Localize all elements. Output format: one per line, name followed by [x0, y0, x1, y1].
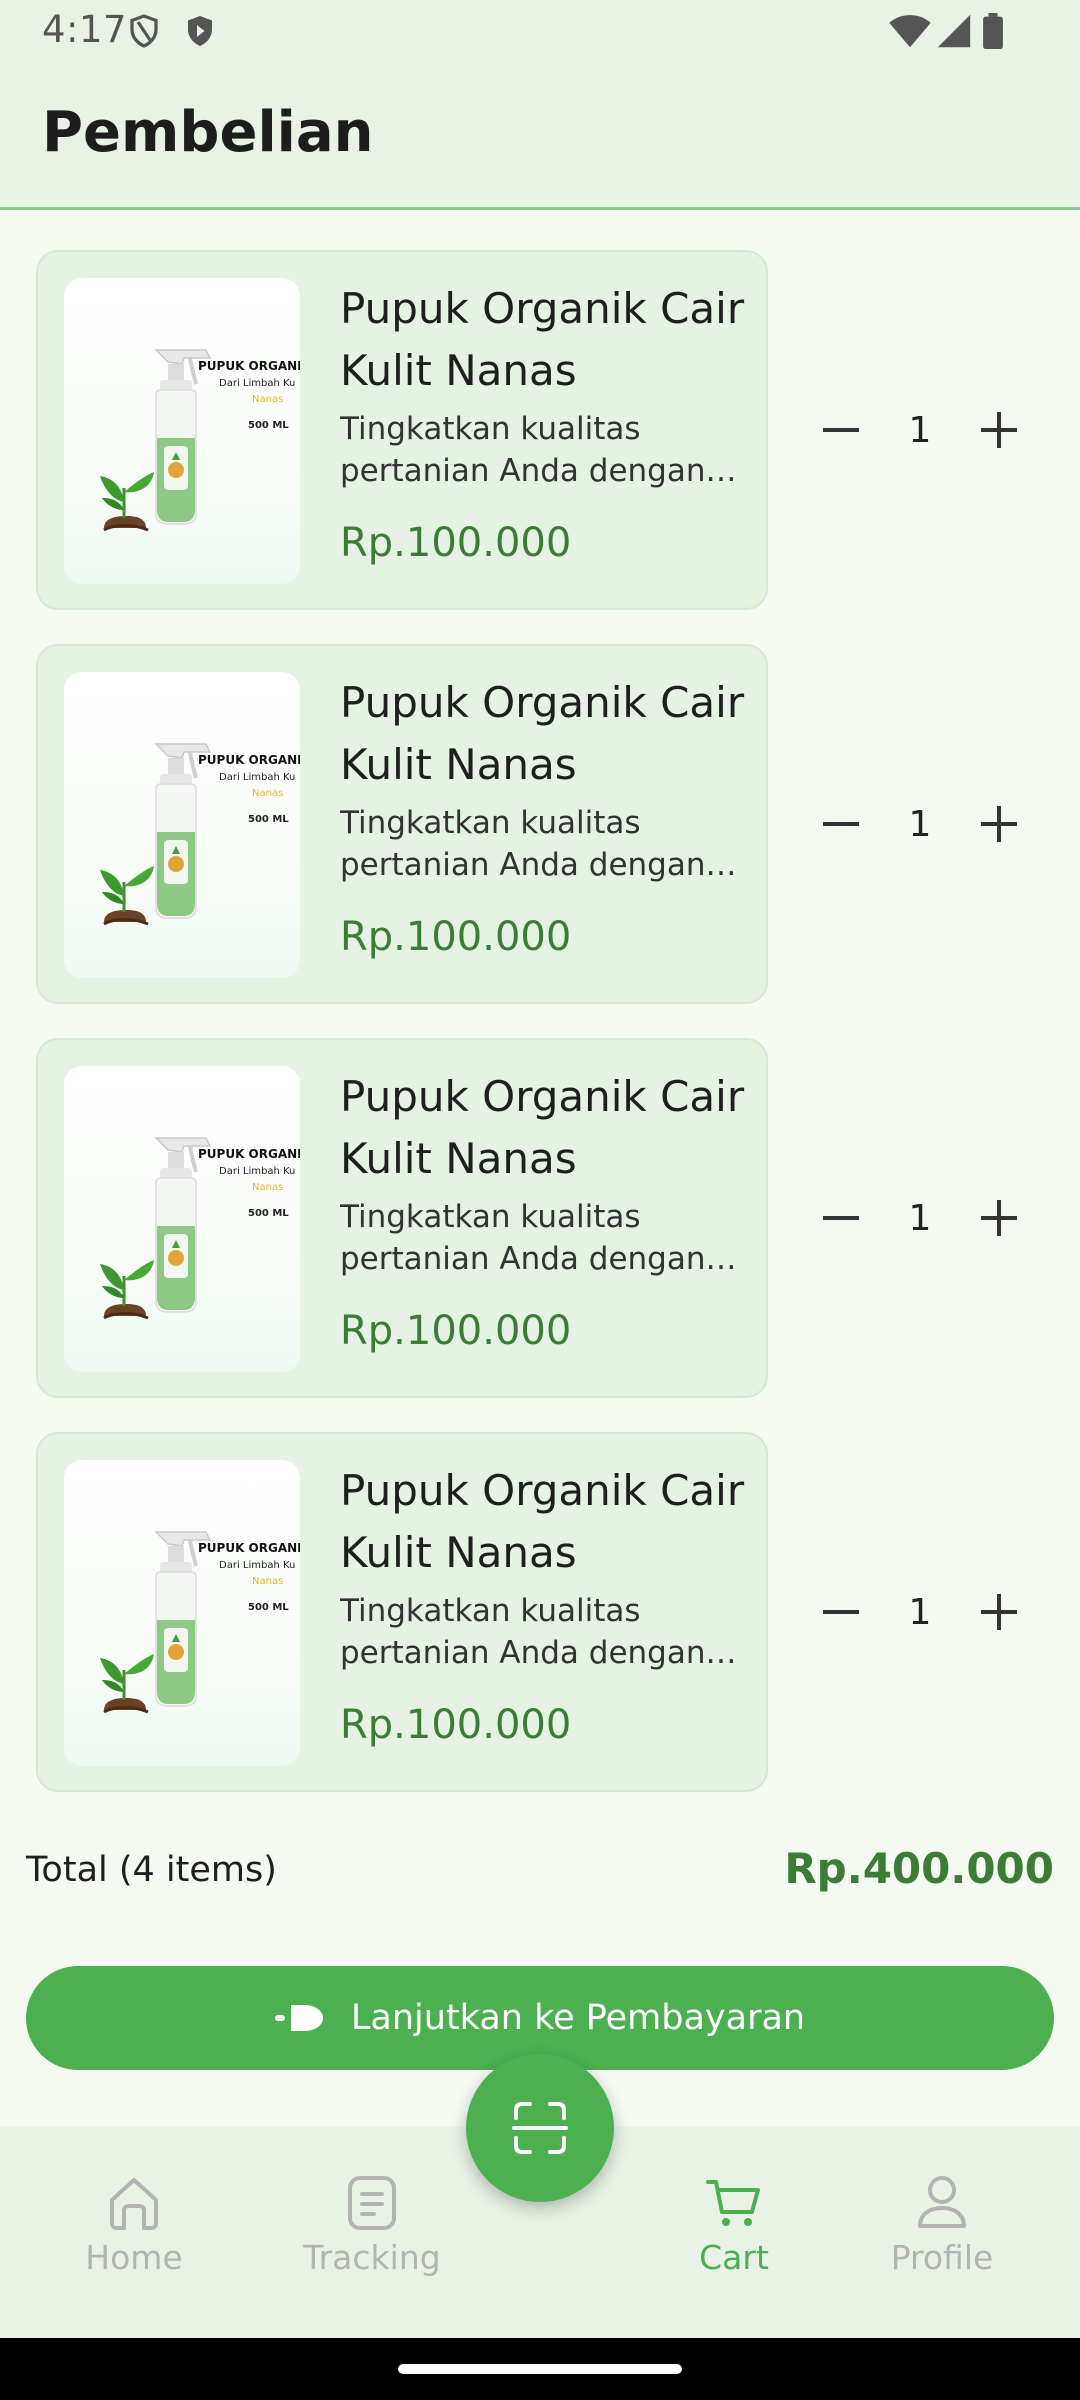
- plus-icon: [981, 806, 1017, 842]
- quantity-value: 1: [908, 409, 932, 451]
- increase-quantity-button[interactable]: [968, 1187, 1030, 1249]
- nav-cart[interactable]: Cart: [634, 2170, 834, 2277]
- product-image-label-1: PUPUK ORGANIK: [198, 753, 300, 767]
- home-icon: [110, 2178, 158, 2230]
- product-image-label-1: PUPUK ORGANIK: [198, 359, 300, 373]
- quantity-stepper[interactable]: 1: [810, 1178, 1030, 1258]
- decrease-quantity-button[interactable]: [810, 1187, 872, 1249]
- scan-button[interactable]: [466, 2054, 614, 2202]
- product-image-label-3: Nanas: [252, 1576, 283, 1587]
- product-image-label-1: PUPUK ORGANIK: [198, 1541, 300, 1555]
- product-description: Tingkatkan kualitas pertanian Anda denga…: [340, 411, 706, 489]
- cart-item-card[interactable]: PUPUK ORGANIK Dari Limbah Ku Nanas 500 M…: [36, 1432, 768, 1792]
- product-image: PUPUK ORGANIK Dari Limbah Ku Nanas 500 M…: [64, 278, 300, 584]
- decrease-quantity-button[interactable]: [810, 1581, 872, 1643]
- product-image-label-2: Dari Limbah Ku: [219, 1560, 295, 1571]
- nav-cart-label: Cart: [699, 2238, 769, 2277]
- nav-home-label: Home: [85, 2238, 183, 2277]
- quantity-value: 1: [908, 803, 932, 845]
- plus-icon: [981, 412, 1017, 448]
- plus-icon: [981, 1594, 1017, 1630]
- nav-tracking[interactable]: Tracking: [272, 2170, 472, 2277]
- product-name: Pupuk Organik Cair Kulit Nanas: [340, 678, 745, 789]
- product-image-label-4: 500 ML: [248, 1208, 289, 1219]
- decrease-quantity-button[interactable]: [810, 793, 872, 855]
- signal-icon: [937, 14, 971, 48]
- product-image-label-3: Nanas: [252, 1182, 283, 1193]
- quantity-stepper[interactable]: 1: [810, 1572, 1030, 1652]
- cart-item-card[interactable]: PUPUK ORGANIK Dari Limbah Ku Nanas 500 M…: [36, 1038, 768, 1398]
- cart-icon: [706, 2180, 760, 2226]
- app-header: 4:17 Pembelian: [0, 0, 1080, 210]
- minus-icon: [823, 1610, 859, 1614]
- scan-icon: [512, 2102, 568, 2154]
- increase-quantity-button[interactable]: [968, 399, 1030, 461]
- product-image-label-2: Dari Limbah Ku: [219, 378, 295, 389]
- page-title: Pembelian: [42, 100, 374, 165]
- product-price: Rp.100.000: [340, 1702, 572, 1748]
- document-icon: [348, 2176, 396, 2230]
- checkout-label: Lanjutkan ke Pembayaran: [350, 1998, 806, 2038]
- product-image-label-3: Nanas: [252, 394, 283, 405]
- wifi-icon: [889, 15, 931, 48]
- product-image-label-2: Dari Limbah Ku: [219, 772, 295, 783]
- increase-quantity-button[interactable]: [968, 1581, 1030, 1643]
- product-image-label-3: Nanas: [252, 788, 283, 799]
- minus-icon: [823, 822, 859, 826]
- battery-icon: [983, 13, 1003, 49]
- product-price: Rp.100.000: [340, 520, 572, 566]
- plus-icon: [981, 1200, 1017, 1236]
- home-gesture-handle[interactable]: [398, 2364, 682, 2374]
- quantity-stepper[interactable]: 1: [810, 390, 1030, 470]
- nav-profile[interactable]: Profile: [842, 2170, 1042, 2277]
- increase-quantity-button[interactable]: [968, 793, 1030, 855]
- product-image: PUPUK ORGANIK Dari Limbah Ku Nanas 500 M…: [64, 1460, 300, 1766]
- product-image-label-2: Dari Limbah Ku: [219, 1166, 295, 1177]
- cart-item-card[interactable]: PUPUK ORGANIK Dari Limbah Ku Nanas 500 M…: [36, 644, 768, 1004]
- quantity-stepper[interactable]: 1: [810, 784, 1030, 864]
- nav-home[interactable]: Home: [34, 2170, 234, 2277]
- decrease-quantity-button[interactable]: [810, 399, 872, 461]
- pay-arrow-icon: [274, 2005, 323, 2031]
- quantity-value: 1: [908, 1197, 932, 1239]
- product-description: Tingkatkan kualitas pertanian Anda denga…: [340, 1593, 706, 1671]
- product-price: Rp.100.000: [340, 1308, 572, 1354]
- product-image-label-4: 500 ML: [248, 420, 289, 431]
- product-price: Rp.100.000: [340, 914, 572, 960]
- status-time: 4:17: [42, 8, 128, 51]
- product-image-label-4: 500 ML: [248, 814, 289, 825]
- product-name: Pupuk Organik Cair Kulit Nanas: [340, 284, 745, 395]
- product-name: Pupuk Organik Cair Kulit Nanas: [340, 1466, 745, 1577]
- minus-icon: [823, 428, 859, 432]
- product-image-label-1: PUPUK ORGANIK: [198, 1147, 300, 1161]
- product-name: Pupuk Organik Cair Kulit Nanas: [340, 1072, 745, 1183]
- status-bar: 4:17: [0, 0, 1080, 64]
- product-image: PUPUK ORGANIK Dari Limbah Ku Nanas 500 M…: [64, 672, 300, 978]
- shield-outline-icon: [130, 14, 158, 48]
- product-image: PUPUK ORGANIK Dari Limbah Ku Nanas 500 M…: [64, 1066, 300, 1372]
- shield-play-icon: [188, 16, 212, 46]
- quantity-value: 1: [908, 1591, 932, 1633]
- person-icon: [918, 2176, 966, 2228]
- nav-profile-label: Profile: [890, 2238, 994, 2277]
- product-description: Tingkatkan kualitas pertanian Anda denga…: [340, 805, 706, 883]
- total-value: Rp.400.000: [784, 1844, 1054, 1893]
- total-label: Total (4 items): [26, 1850, 277, 1890]
- product-image-label-4: 500 ML: [248, 1602, 289, 1613]
- product-description: Tingkatkan kualitas pertanian Anda denga…: [340, 1199, 706, 1277]
- minus-icon: [823, 1216, 859, 1220]
- cart-item-card[interactable]: PUPUK ORGANIK Dari Limbah Ku Nanas 500 M…: [36, 250, 768, 610]
- nav-tracking-label: Tracking: [303, 2238, 441, 2277]
